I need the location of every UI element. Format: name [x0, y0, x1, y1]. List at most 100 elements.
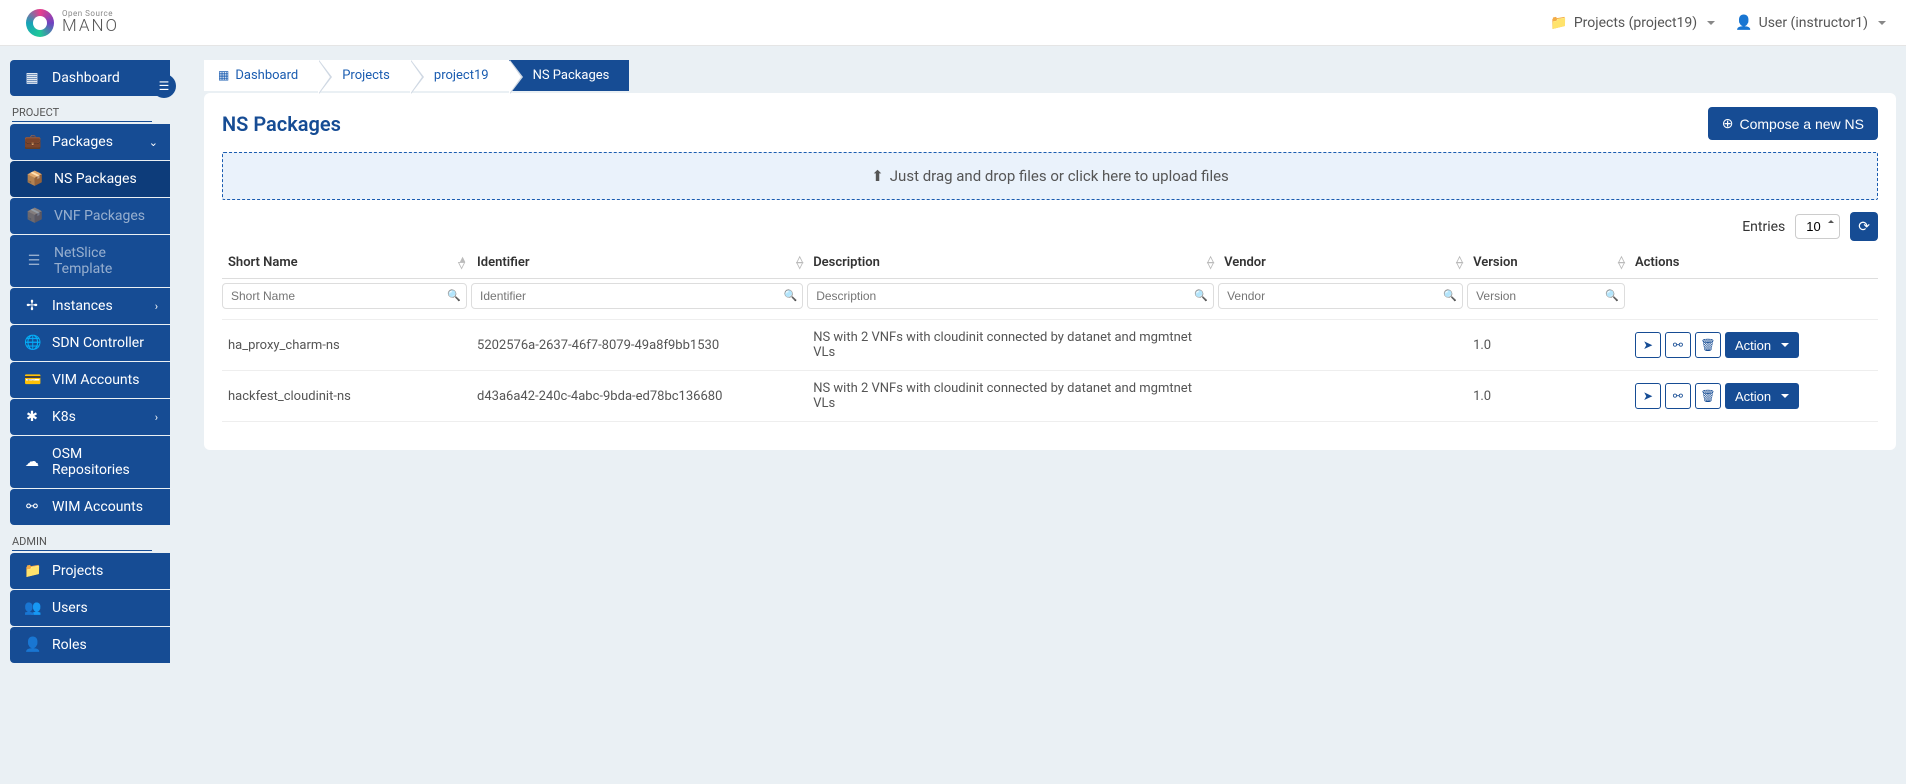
sidebar-item-label: Projects [52, 563, 103, 579]
action-dropdown[interactable]: Action [1725, 332, 1799, 358]
briefcase-icon: 💼 [24, 134, 40, 150]
compose-ns-button[interactable]: ⊕ Compose a new NS [1708, 107, 1878, 140]
search-icon: 🔍 [1443, 289, 1457, 302]
refresh-button[interactable]: ⟳ [1850, 212, 1878, 241]
globe-icon: 🌐 [24, 335, 40, 351]
sitemap-icon: ⚯ [1673, 389, 1683, 403]
content-area: ☰ ▦Dashboard Projects project19 NS Packa… [170, 46, 1906, 664]
sidebar-item-label: NS Packages [54, 171, 137, 187]
logo-icon [26, 9, 54, 37]
entries-select[interactable]: 10 [1795, 214, 1840, 239]
col-vendor[interactable]: Vendor△▽ [1218, 247, 1467, 279]
sidebar-toggle-button[interactable]: ☰ [152, 74, 176, 98]
col-actions: Actions [1629, 247, 1878, 279]
top-right-menu: 📁 Projects (project19) 👤 User (instructo… [1550, 15, 1886, 31]
sidebar-item-users[interactable]: 👥 Users [10, 590, 170, 626]
col-short-name[interactable]: Short Name▲▽ [222, 247, 471, 279]
col-version[interactable]: Version△▽ [1467, 247, 1629, 279]
col-description[interactable]: Description△▽ [807, 247, 1218, 279]
sidebar-item-label: OSM Repositories [52, 446, 156, 478]
plus-circle-icon: ⊕ [1722, 115, 1734, 132]
sidebar-item-label: VIM Accounts [52, 372, 139, 388]
cell-actions: ➤ ⚯ 🗑Action [1629, 371, 1878, 422]
sidebar-item-wim-accounts[interactable]: ⚯ WIM Accounts [10, 489, 170, 525]
sidebar-item-instances[interactable]: ✢ Instances › [10, 288, 170, 324]
upload-dropzone[interactable]: ⬆ Just drag and drop files or click here … [222, 152, 1878, 200]
action-dropdown[interactable]: Action [1725, 383, 1799, 409]
delete-button[interactable]: 🗑 [1695, 383, 1721, 409]
sidebar-item-sdn-controller[interactable]: 🌐 SDN Controller [10, 325, 170, 361]
sidebar-item-packages[interactable]: 💼 Packages ⌄ [10, 124, 170, 160]
sidebar-item-osm-repositories[interactable]: ☁ OSM Repositories [10, 436, 170, 488]
sidebar-item-label: K8s [52, 409, 76, 425]
table-row: ha_proxy_charm-ns5202576a-2637-46f7-8079… [222, 320, 1878, 371]
topology-button[interactable]: ⚯ [1665, 332, 1691, 358]
topology-button[interactable]: ⚯ [1665, 383, 1691, 409]
top-header: Open Source MANO 📁 Projects (project19) … [0, 0, 1906, 46]
cell-vendor [1218, 371, 1467, 422]
box-icon: 📦 [26, 208, 42, 224]
sidebar-item-label: Instances [52, 298, 113, 314]
breadcrumb-dashboard[interactable]: ▦Dashboard [204, 60, 318, 91]
cell-short-name: hackfest_cloudinit-ns [222, 371, 471, 422]
dropzone-text: Just drag and drop files or click here t… [890, 167, 1229, 185]
sidebar-item-vim-accounts[interactable]: 💳 VIM Accounts [10, 362, 170, 398]
sidebar-item-k8s[interactable]: ✱ K8s › [10, 399, 170, 435]
user-dropdown[interactable]: 👤 User (instructor1) [1735, 15, 1886, 31]
logo-text: Open Source MANO [62, 10, 119, 35]
projects-dropdown[interactable]: 📁 Projects (project19) [1550, 15, 1715, 31]
logo[interactable]: Open Source MANO [20, 9, 119, 37]
caret-down-icon [1781, 394, 1789, 398]
filter-vendor[interactable] [1218, 283, 1463, 309]
cell-short-name: ha_proxy_charm-ns [222, 320, 471, 371]
upload-icon: ⬆ [871, 167, 884, 185]
delete-button[interactable]: 🗑 [1695, 332, 1721, 358]
breadcrumb: ▦Dashboard Projects project19 NS Package… [204, 60, 1896, 91]
asterisk-icon: ✱ [24, 409, 40, 425]
users-icon: 👥 [24, 600, 40, 616]
search-icon: 🔍 [447, 289, 461, 302]
col-identifier[interactable]: Identifier△▽ [471, 247, 807, 279]
filter-identifier[interactable] [471, 283, 803, 309]
sidebar-item-roles[interactable]: 👤 Roles [10, 627, 170, 663]
sidebar-item-projects[interactable]: 📁 Projects [10, 553, 170, 589]
breadcrumb-current: NS Packages [509, 60, 630, 91]
filter-version[interactable] [1467, 283, 1625, 309]
filter-short-name[interactable] [222, 283, 467, 309]
sidebar-item-netslice-template[interactable]: ☰ NetSlice Template [10, 235, 170, 287]
filter-description[interactable] [807, 283, 1214, 309]
folder-icon: 📁 [24, 563, 40, 579]
sidebar-item-dashboard[interactable]: ▦ Dashboard [10, 60, 170, 96]
cell-description: NS with 2 VNFs with cloudinit connected … [807, 320, 1218, 371]
grid-icon: ▦ [24, 70, 40, 86]
sidebar-item-label: Dashboard [52, 70, 120, 86]
sidebar-item-vnf-packages[interactable]: 📦 VNF Packages [10, 198, 170, 234]
ns-packages-table: Short Name▲▽ Identifier△▽ Description△▽ … [222, 247, 1878, 422]
sidebar-item-label: Users [52, 600, 88, 616]
folder-icon: 📁 [1550, 15, 1567, 31]
sidebar-item-label: SDN Controller [52, 335, 144, 351]
cloud-icon: ☁ [24, 454, 40, 470]
cell-description: NS with 2 VNFs with cloudinit connected … [807, 371, 1218, 422]
chevron-right-icon: › [155, 300, 158, 313]
send-icon: ➤ [1643, 389, 1653, 403]
launch-button[interactable]: ➤ [1635, 383, 1661, 409]
sidebar-item-label: Packages [52, 134, 113, 150]
cell-version: 1.0 [1467, 371, 1629, 422]
chevron-down-icon: ⌄ [149, 136, 158, 149]
entries-label: Entries [1742, 219, 1785, 235]
search-icon: 🔍 [1605, 289, 1619, 302]
sidebar-item-label: NetSlice Template [54, 245, 156, 277]
table-controls: Entries 10 ⟳ [222, 212, 1878, 241]
projects-label: Projects (project19) [1574, 15, 1697, 31]
page-title: NS Packages [222, 112, 341, 136]
main-card: NS Packages ⊕ Compose a new NS ⬆ Just dra… [204, 93, 1896, 450]
sidebar-item-ns-packages[interactable]: 📦 NS Packages [10, 161, 170, 197]
user-label: User (instructor1) [1759, 15, 1868, 31]
send-icon: ➤ [1643, 338, 1653, 352]
layers-icon: ☰ [26, 253, 42, 269]
sidebar-item-label: Roles [52, 637, 87, 653]
launch-button[interactable]: ➤ [1635, 332, 1661, 358]
breadcrumb-project[interactable]: project19 [410, 60, 509, 91]
sidebar-item-label: VNF Packages [54, 208, 145, 224]
